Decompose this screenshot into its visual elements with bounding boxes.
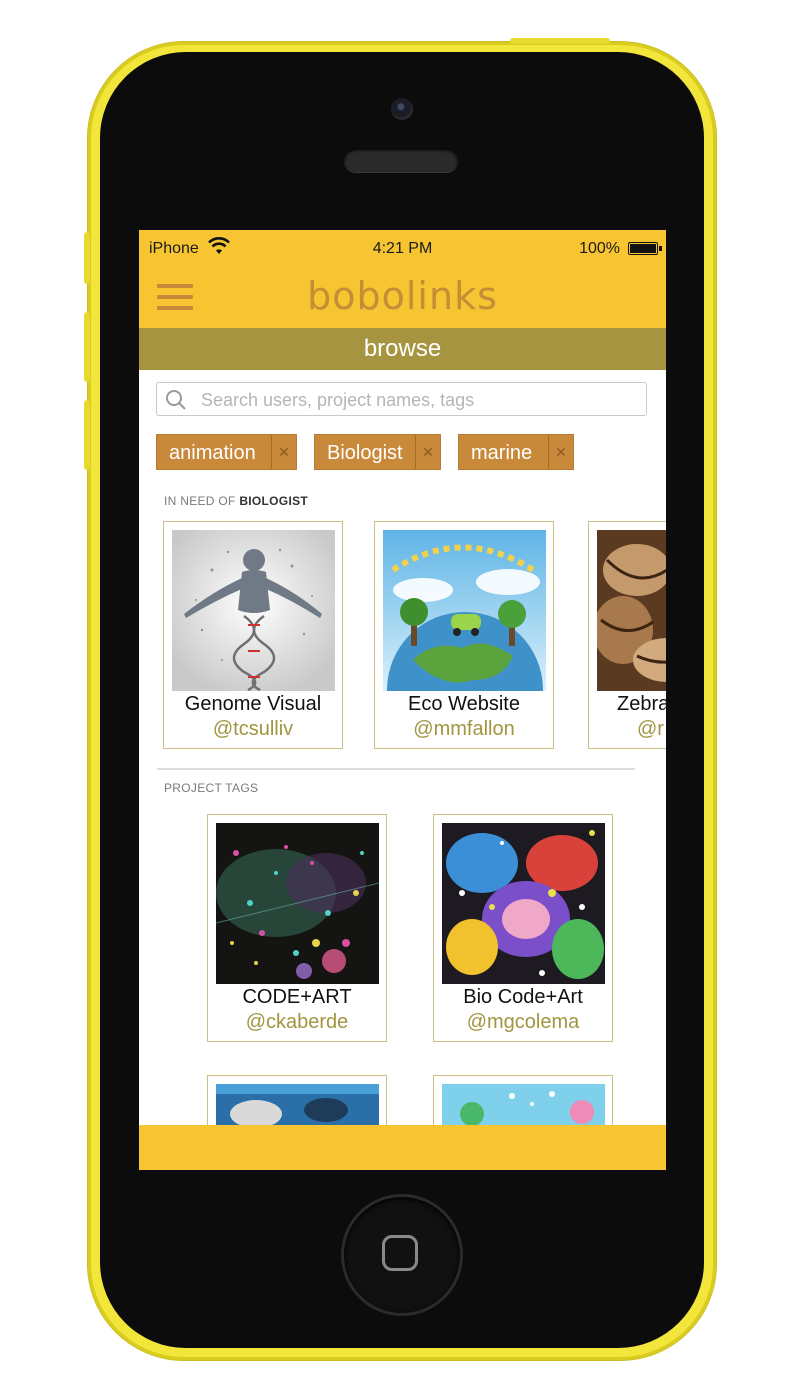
project-thumbnail	[216, 823, 379, 984]
bottom-bar	[139, 1125, 666, 1170]
home-button[interactable]	[344, 1197, 460, 1313]
filter-chip-biologist[interactable]: Biologist ✕	[314, 434, 441, 470]
section-divider	[157, 768, 635, 770]
app-header: bobolinks	[139, 268, 666, 328]
side-button	[84, 400, 90, 470]
section-label-tags: PROJECT TAGS	[164, 781, 259, 795]
chip-label: animation	[169, 442, 256, 464]
card-title: Zebra	[617, 693, 666, 715]
project-card[interactable]: CODE+ART @ckaberde	[207, 814, 387, 1042]
remove-chip-icon[interactable]: ✕	[271, 435, 296, 469]
card-title: Genome Visual	[184, 693, 322, 715]
project-thumbnail	[442, 823, 605, 984]
needed-role: BIOLOGIST	[239, 494, 309, 508]
filter-chip-animation[interactable]: animation ✕	[156, 434, 297, 470]
search-icon	[166, 390, 186, 410]
filter-chip-marine[interactable]: marine ✕	[458, 434, 574, 470]
side-button	[510, 38, 610, 44]
card-username[interactable]: @r	[637, 718, 666, 741]
remove-chip-icon[interactable]: ✕	[548, 435, 573, 469]
project-thumbnail	[597, 530, 666, 691]
card-title: CODE+ART	[242, 986, 352, 1008]
section-label-need: IN NEED OF BIOLOGIST	[164, 494, 309, 508]
battery-icon	[628, 242, 662, 255]
side-button	[84, 232, 90, 284]
camera-icon	[391, 98, 413, 120]
app-screen: iPhone 4:21 PM 100% bobolinks browse ani…	[139, 230, 666, 1170]
side-button	[84, 312, 90, 382]
battery-percent: 100%	[579, 240, 620, 257]
project-card[interactable]: Genome Visual @tcsulliv	[163, 521, 343, 749]
app-title: bobolinks	[307, 274, 498, 318]
project-card[interactable]: Eco Website @mmfallon	[374, 521, 554, 749]
project-thumbnail	[172, 530, 335, 691]
card-title: Eco Website	[408, 693, 520, 715]
project-card[interactable]: Bio Code+Art @mgcolema	[433, 814, 613, 1042]
home-square-icon	[382, 1235, 418, 1271]
search-field[interactable]	[156, 382, 647, 416]
chip-label: marine	[471, 442, 533, 464]
project-thumbnail	[383, 530, 546, 691]
card-username[interactable]: @ckaberde	[208, 1011, 386, 1034]
status-bar: iPhone 4:21 PM 100%	[139, 230, 666, 268]
card-username[interactable]: @tcsulliv	[164, 718, 342, 741]
remove-chip-icon[interactable]: ✕	[415, 435, 440, 469]
card-username[interactable]: @mmfallon	[375, 718, 553, 741]
search-input[interactable]	[199, 385, 633, 415]
card-title: Bio Code+Art	[463, 986, 583, 1008]
project-card[interactable]: Zebra @r	[588, 521, 666, 749]
speaker-grille	[344, 148, 458, 172]
page-title: browse	[139, 328, 666, 370]
chip-label: Biologist	[327, 442, 403, 464]
card-username[interactable]: @mgcolema	[434, 1011, 612, 1034]
